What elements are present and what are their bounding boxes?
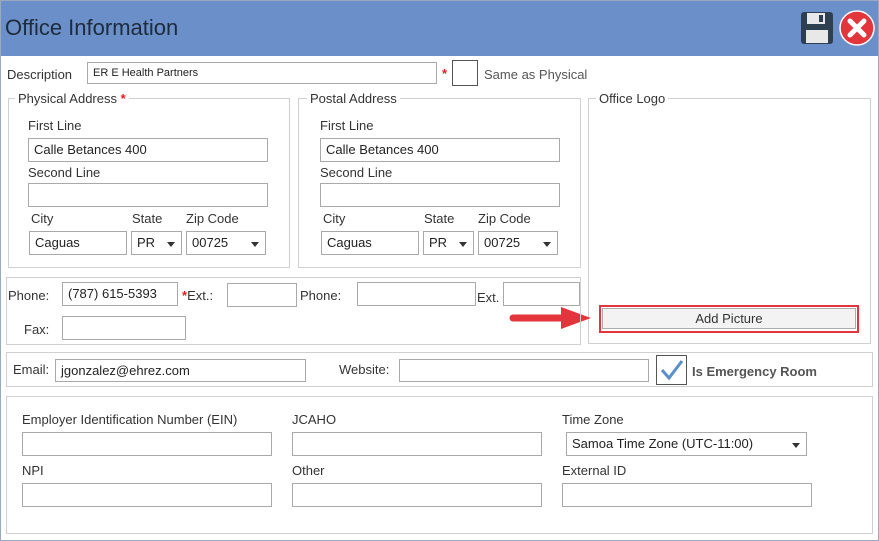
physical-first-line-input[interactable]: Calle Betances 400 xyxy=(28,138,268,162)
physical-zip-select[interactable]: 00725 xyxy=(186,231,266,255)
phone-input[interactable]: (787) 615-5393 xyxy=(62,282,178,306)
ext-label: *Ext.: xyxy=(182,288,213,303)
office-logo-title: Office Logo xyxy=(596,91,669,106)
fax-input[interactable] xyxy=(62,316,186,340)
postal-state-value: PR xyxy=(429,235,448,250)
physical-zip-value: 00725 xyxy=(192,235,229,250)
description-input[interactable]: ER E Health Partners xyxy=(87,62,437,84)
other-input[interactable] xyxy=(292,483,542,507)
email-input[interactable]: jgonzalez@ehrez.com xyxy=(55,359,306,382)
postal-city-input[interactable]: Caguas xyxy=(321,231,419,255)
physical-state-select[interactable]: PR xyxy=(131,231,182,255)
close-icon[interactable] xyxy=(839,10,875,46)
chevron-down-icon xyxy=(543,242,551,247)
phone2-label: Phone: xyxy=(300,288,342,303)
ext2-label: Ext. xyxy=(477,290,500,305)
chevron-down-icon xyxy=(459,242,467,247)
npi-input[interactable] xyxy=(22,483,272,507)
physical-first-line-label: First Line xyxy=(28,118,82,133)
postal-state-select[interactable]: PR xyxy=(423,231,474,255)
physical-address-title-text: Physical Address xyxy=(18,91,117,106)
physical-zip-label: Zip Code xyxy=(186,211,239,226)
chevron-down-icon xyxy=(167,242,175,247)
phone-label: Phone: xyxy=(8,288,50,303)
postal-state-label: State xyxy=(424,211,455,226)
office-information-window: Office Information Description ER E Heal… xyxy=(0,0,879,541)
save-icon[interactable] xyxy=(800,11,834,45)
title-bar: Office Information xyxy=(1,1,878,56)
emergency-room-checkbox[interactable] xyxy=(656,355,687,385)
website-input[interactable] xyxy=(399,359,649,382)
physical-city-label: City xyxy=(31,211,54,226)
postal-second-line-label: Second Line xyxy=(320,165,393,180)
ext-input[interactable] xyxy=(227,283,297,307)
physical-state-value: PR xyxy=(137,235,156,250)
ein-label: Employer Identification Number (EIN) xyxy=(22,412,238,427)
website-label: Website: xyxy=(339,362,390,377)
physical-second-line-input[interactable] xyxy=(28,183,268,207)
fax-label: Fax: xyxy=(24,322,50,337)
npi-label: NPI xyxy=(22,463,44,478)
physical-second-line-label: Second Line xyxy=(28,165,101,180)
same-as-physical-label: Same as Physical xyxy=(484,67,588,82)
postal-city-label: City xyxy=(323,211,346,226)
checkmark-icon xyxy=(660,360,684,381)
postal-zip-value: 00725 xyxy=(484,235,521,250)
chevron-down-icon xyxy=(251,242,259,247)
chevron-down-icon xyxy=(792,443,800,448)
postal-zip-select[interactable]: 00725 xyxy=(478,231,558,255)
ext-label-text: Ext.: xyxy=(187,288,214,303)
postal-first-line-input[interactable]: Calle Betances 400 xyxy=(320,138,560,162)
postal-second-line-input[interactable] xyxy=(320,183,560,207)
description-label: Description xyxy=(7,67,73,82)
external-id-label: External ID xyxy=(562,463,627,478)
timezone-value: Samoa Time Zone (UTC-11:00) xyxy=(572,436,754,451)
postal-first-line-label: First Line xyxy=(320,118,374,133)
physical-state-label: State xyxy=(132,211,163,226)
same-as-physical-checkbox[interactable] xyxy=(452,60,478,86)
ext2-input[interactable] xyxy=(503,282,580,306)
window-title: Office Information xyxy=(5,15,179,40)
description-required-mark: * xyxy=(442,66,448,81)
phone2-input[interactable] xyxy=(357,282,476,306)
other-label: Other xyxy=(292,463,325,478)
ein-input[interactable] xyxy=(22,432,272,456)
email-label: Email: xyxy=(13,362,50,377)
jcaho-input[interactable] xyxy=(292,432,542,456)
external-id-input[interactable] xyxy=(562,483,812,507)
timezone-select[interactable]: Samoa Time Zone (UTC-11:00) xyxy=(566,432,807,456)
physical-address-title: Physical Address * xyxy=(15,91,129,106)
postal-zip-label: Zip Code xyxy=(478,211,531,226)
highlight-box xyxy=(599,305,859,333)
postal-address-title: Postal Address xyxy=(307,91,400,106)
physical-required-mark: * xyxy=(120,91,126,106)
physical-city-input[interactable]: Caguas xyxy=(29,231,127,255)
emergency-room-label: Is Emergency Room xyxy=(692,364,817,379)
jcaho-label: JCAHO xyxy=(292,412,337,427)
timezone-label: Time Zone xyxy=(562,412,624,427)
